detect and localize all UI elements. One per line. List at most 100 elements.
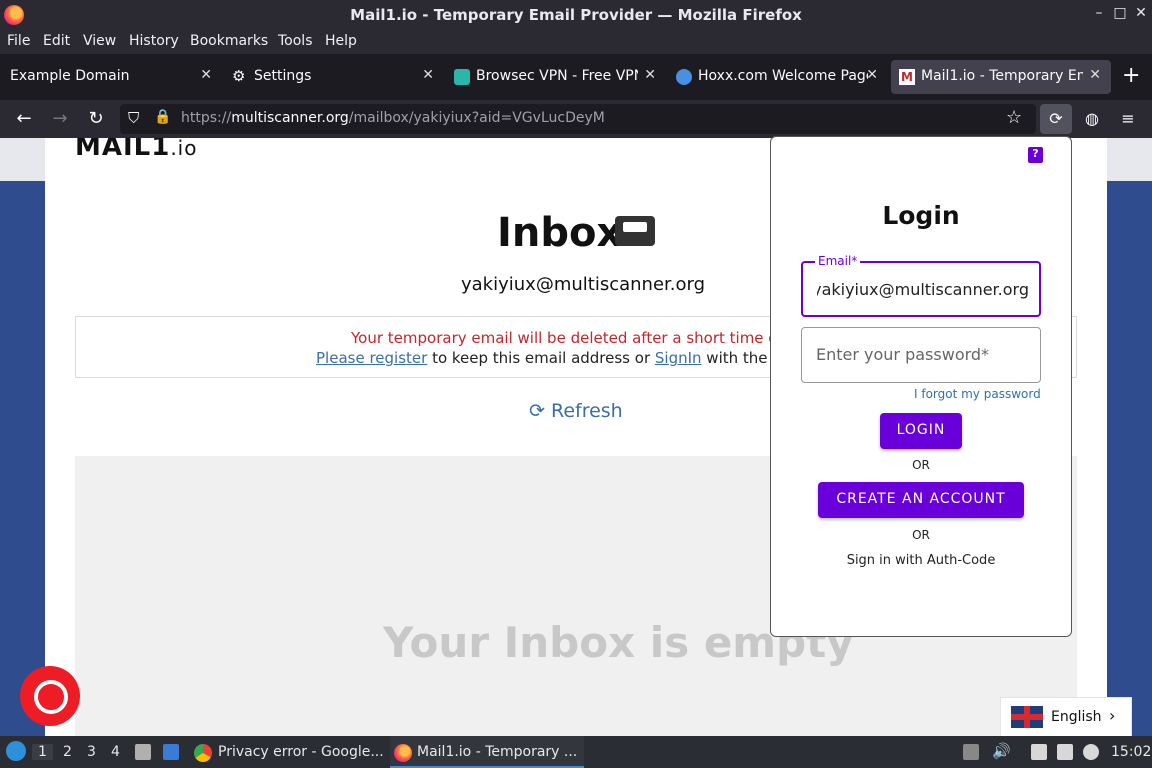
or-divider: OR <box>912 528 930 542</box>
or-divider: OR <box>912 458 930 472</box>
clock: 15:02 <box>1111 744 1152 760</box>
login-button[interactable]: LOGIN <box>880 413 962 449</box>
help-icon[interactable]: ? <box>1028 147 1043 163</box>
refresh-icon: ⟳ <box>529 400 545 422</box>
menu-bookmarks[interactable]: Bookmarks <box>190 33 268 49</box>
url-bar[interactable]: ⛉ 🔒 https://multiscanner.org/mailbox/yak… <box>120 104 1036 134</box>
logo-suffix: .io <box>170 138 198 160</box>
workspace-2[interactable]: 2 <box>63 744 72 760</box>
url-scheme: https:// <box>181 110 232 126</box>
signin-link[interactable]: SignIn <box>655 349 702 367</box>
password-field[interactable] <box>801 327 1041 383</box>
task-label: Mail1.io - Temporary ... <box>417 744 578 760</box>
email-address: yakiyiux@multiscanner.org <box>461 274 706 295</box>
workspace-3[interactable]: 3 <box>87 744 96 760</box>
tray-up-icon[interactable] <box>963 744 979 760</box>
create-account-button[interactable]: CREATE AN ACCOUNT <box>818 482 1024 518</box>
workspace-1[interactable]: 1 <box>32 744 53 760</box>
mail1-logo[interactable]: MAIL1.io <box>75 138 197 162</box>
close-window-button[interactable]: ✕ <box>1132 5 1150 21</box>
login-popup: ? Login Email* I forgot my password LOGI… <box>770 136 1072 637</box>
auth-code-link[interactable]: Sign in with Auth-Code <box>771 553 1071 568</box>
notification-icon[interactable] <box>1083 744 1099 760</box>
task-label: Privacy error - Google... <box>218 744 384 760</box>
language-selector[interactable]: English › <box>1000 697 1132 736</box>
browsec-icon <box>454 69 470 85</box>
notice-text: to keep this email address or <box>427 349 655 367</box>
window-title: Mail1.io - Temporary Email Provider — Mo… <box>350 6 802 24</box>
tab-browsec-vpn[interactable]: Browsec VPN - Free VPN ✕ <box>446 60 666 94</box>
tab-close-icon[interactable]: ✕ <box>644 67 656 83</box>
volume-icon[interactable]: 🔊 <box>992 742 1011 760</box>
tab-bar: Example Domain ✕ ⚙ Settings ✕ Browsec VP… <box>0 54 1152 100</box>
menu-view[interactable]: View <box>83 33 116 49</box>
start-menu-icon[interactable] <box>6 741 26 761</box>
vpn-globe-icon[interactable]: ◍ <box>1076 104 1108 134</box>
navigation-toolbar: ← → ↻ ⛉ 🔒 https://multiscanner.org/mailb… <box>0 100 1152 138</box>
chrome-icon <box>194 744 212 762</box>
mail1-favicon-icon: M <box>899 69 915 85</box>
tab-close-icon[interactable]: ✕ <box>200 67 212 83</box>
shield-icon[interactable]: ⛉ <box>128 109 139 127</box>
app-menu-button[interactable]: ≡ <box>1112 104 1144 134</box>
tab-hoxx[interactable]: Hoxx.com Welcome Page ✕ <box>668 60 888 94</box>
menu-file[interactable]: File <box>7 33 30 49</box>
page-title: Inbox <box>497 210 623 256</box>
inbox-tray-icon <box>615 216 655 246</box>
logo-main: MAIL1 <box>75 138 171 162</box>
tab-close-icon[interactable]: ✕ <box>1089 67 1101 83</box>
tab-settings[interactable]: ⚙ Settings ✕ <box>224 60 444 94</box>
minimize-button[interactable]: – <box>1090 5 1108 21</box>
menu-history[interactable]: History <box>129 33 179 49</box>
chevron-right-icon: › <box>1109 706 1116 725</box>
clipboard-icon[interactable] <box>1031 744 1047 760</box>
globe-icon <box>676 69 692 85</box>
extension-button[interactable]: ⟳ <box>1040 104 1072 134</box>
tab-close-icon[interactable]: ✕ <box>866 67 878 83</box>
file-manager-icon[interactable] <box>135 744 151 760</box>
gear-icon: ⚙ <box>232 67 246 85</box>
menu-bar: File Edit View History Bookmarks Tools H… <box>0 30 1152 54</box>
maximize-button[interactable]: □ <box>1111 5 1129 21</box>
forgot-password-link[interactable]: I forgot my password <box>914 387 1041 401</box>
url-path: /mailbox/yakiyiux?aid=VGvLucDeyM <box>348 110 605 126</box>
task-chrome[interactable]: Privacy error - Google... <box>190 736 386 768</box>
firefox-icon <box>394 744 412 762</box>
menu-edit[interactable]: Edit <box>43 33 70 49</box>
reload-button[interactable]: ↻ <box>84 108 108 129</box>
tab-label: Example Domain <box>10 68 130 84</box>
email-field[interactable]: Email* <box>801 254 1041 317</box>
password-input[interactable] <box>816 340 1028 368</box>
menu-help[interactable]: Help <box>325 33 357 49</box>
new-tab-button[interactable]: + <box>1122 63 1140 88</box>
tab-label: Browsec VPN - Free VPN <box>476 68 638 84</box>
task-firefox[interactable]: Mail1.io - Temporary ... <box>390 736 584 768</box>
url-text[interactable]: https://multiscanner.org/mailbox/yakiyiu… <box>181 110 605 126</box>
refresh-button[interactable]: ⟳ Refresh <box>529 400 623 422</box>
tab-label: Mail1.io - Temporary Email <box>921 68 1083 84</box>
menu-tools[interactable]: Tools <box>278 33 313 49</box>
forward-button[interactable]: → <box>48 108 72 129</box>
email-label: Email* <box>815 254 861 268</box>
url-domain: multiscanner.org <box>231 110 349 126</box>
email-input[interactable] <box>817 275 1029 303</box>
tab-close-icon[interactable]: ✕ <box>422 67 434 83</box>
deletion-warning: Your temporary email will be deleted aft… <box>351 329 825 347</box>
workspace-4[interactable]: 4 <box>111 744 120 760</box>
login-title: Login <box>882 201 960 230</box>
support-lifebuoy-icon[interactable] <box>20 666 80 726</box>
tab-example-domain[interactable]: Example Domain ✕ <box>0 60 222 94</box>
taskbar: 1 2 3 4 Privacy error - Google... Mail1.… <box>0 736 1152 768</box>
window-titlebar: Mail1.io - Temporary Email Provider — Mo… <box>0 0 1152 30</box>
network-icon[interactable] <box>1057 744 1073 760</box>
lock-icon[interactable]: 🔒 <box>154 109 171 125</box>
tab-label: Settings <box>254 68 312 84</box>
tab-label: Hoxx.com Welcome Page <box>698 68 868 84</box>
desktop-icon[interactable] <box>163 744 179 760</box>
tab-mail1[interactable]: M Mail1.io - Temporary Email ✕ <box>891 60 1111 94</box>
bookmark-star-icon[interactable]: ☆ <box>1006 107 1022 128</box>
register-link[interactable]: Please register <box>316 349 427 367</box>
back-button[interactable]: ← <box>12 108 36 129</box>
refresh-label: Refresh <box>550 400 623 422</box>
uk-flag-icon <box>1011 706 1043 728</box>
